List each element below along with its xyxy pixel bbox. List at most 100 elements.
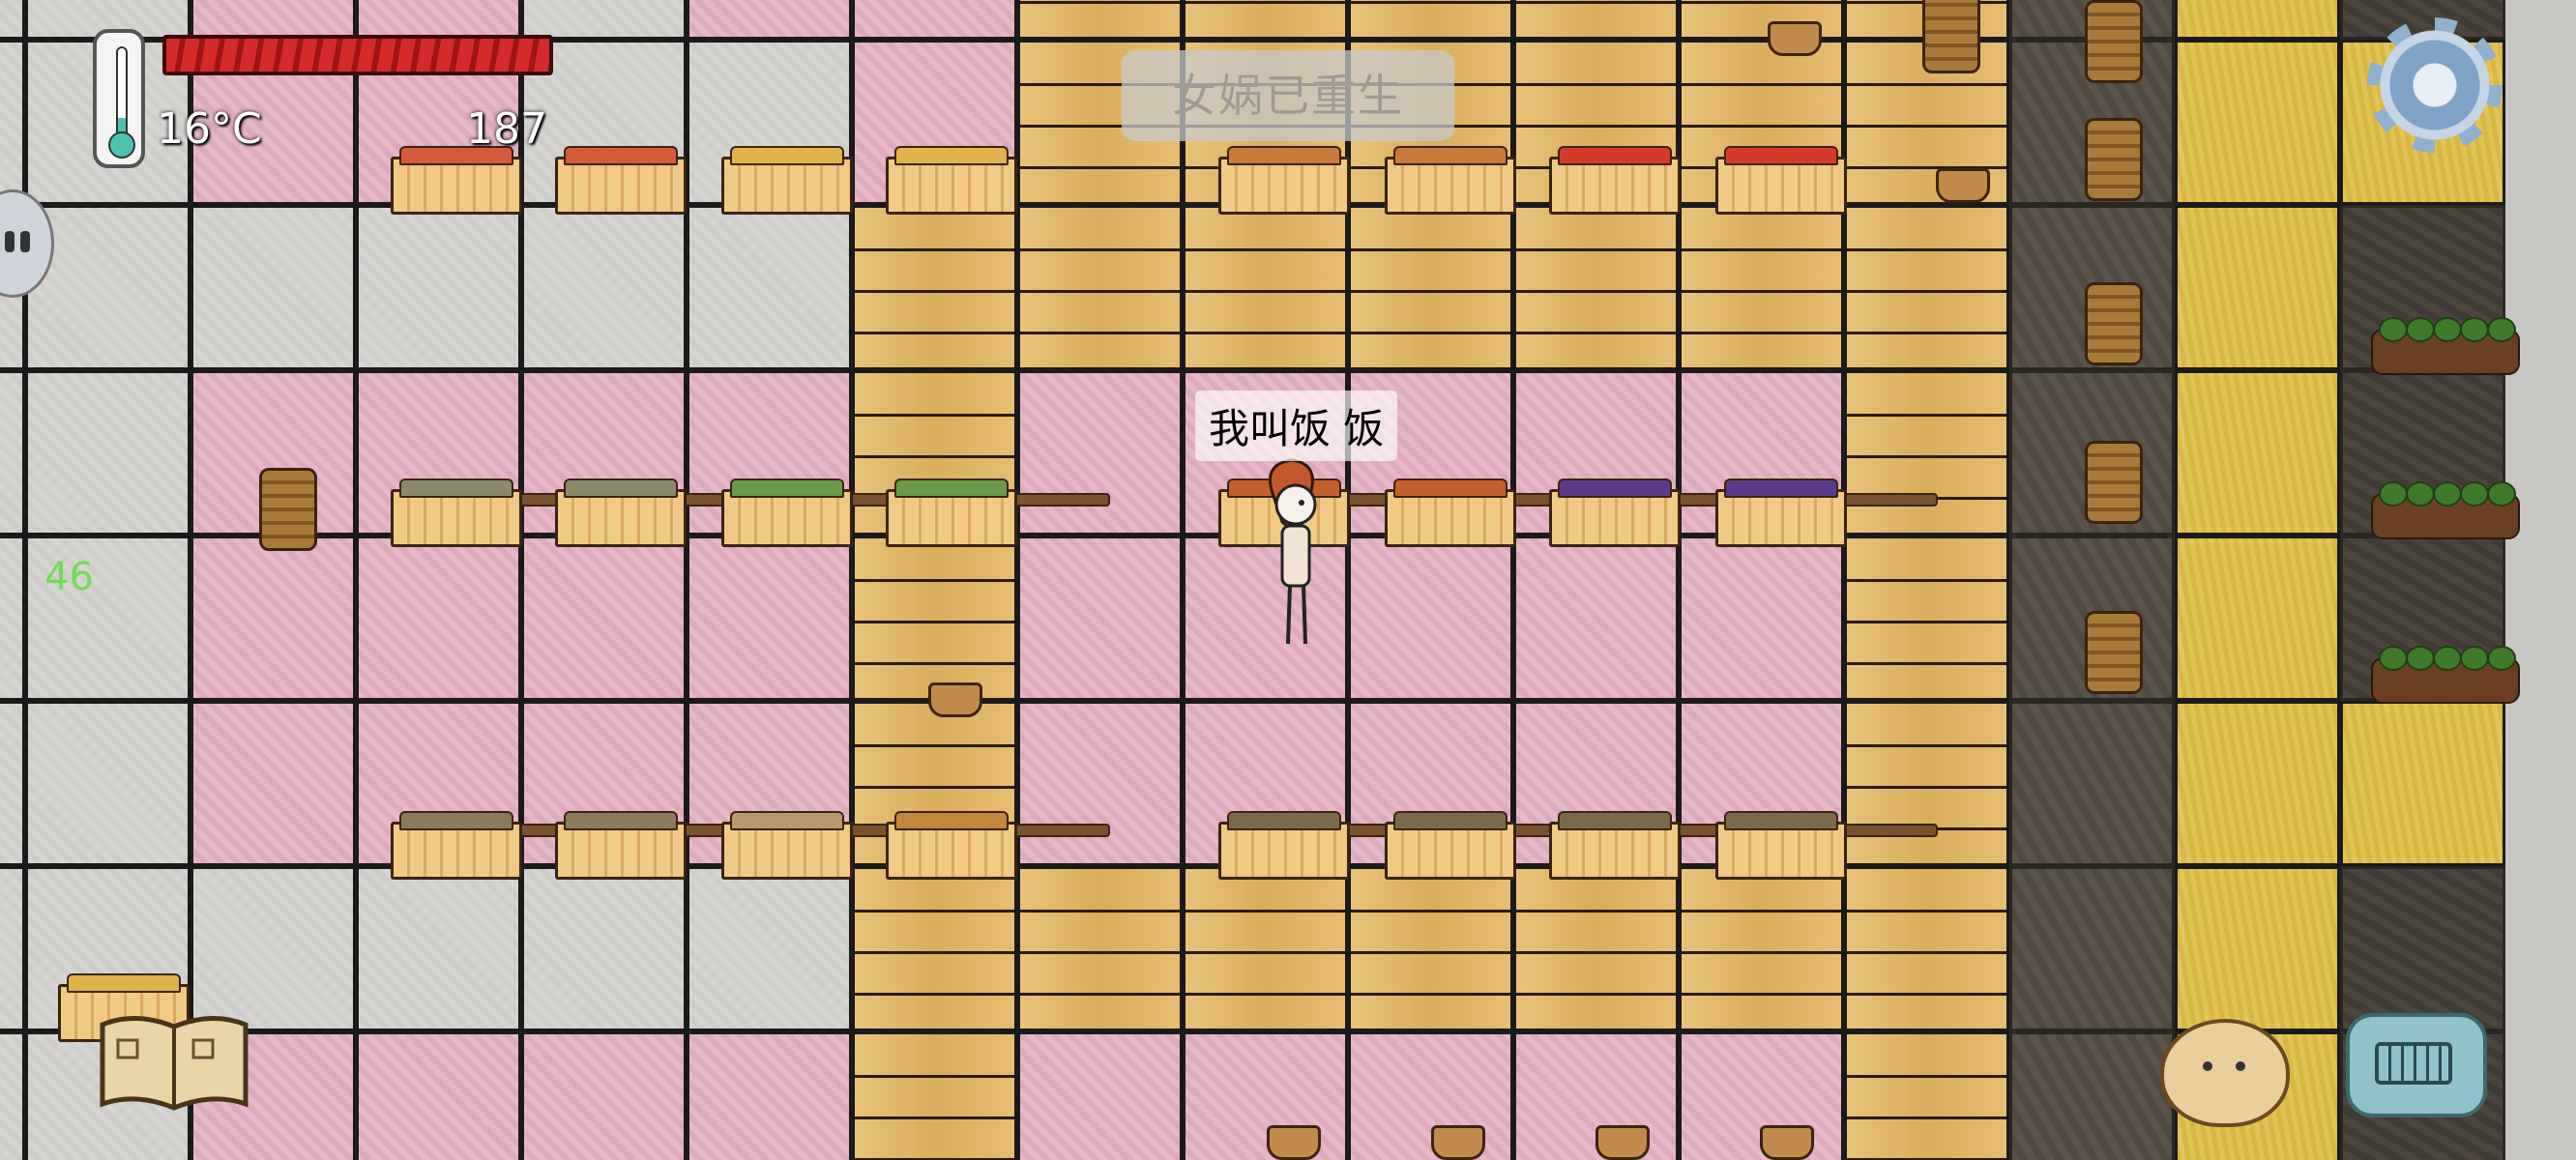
storage-crate[interactable] (1218, 811, 1350, 880)
floor-tile (1017, 866, 1183, 1031)
basket-stack[interactable] (2085, 118, 2143, 201)
storage-crate[interactable] (391, 811, 522, 880)
storage-crate[interactable] (1549, 478, 1681, 547)
floor-tile (1844, 370, 2009, 536)
storage-crate[interactable] (1385, 478, 1516, 547)
floor-tile (687, 866, 852, 1031)
basket-stack[interactable] (2085, 441, 2143, 524)
basket-stack[interactable] (2085, 611, 2143, 694)
game-world[interactable]: 我叫饭 饭 16°C 187 46 女娲已重生 (0, 0, 2576, 1160)
storage-crate[interactable] (1715, 811, 1847, 880)
floor-tile (1183, 0, 1348, 40)
emote-button[interactable] (2160, 1019, 2290, 1127)
storage-crate[interactable] (391, 146, 522, 215)
floor-tile (1348, 866, 1513, 1031)
basket-stack[interactable] (2085, 282, 2143, 365)
basket-stack[interactable] (259, 468, 317, 551)
floor-tile (852, 866, 1017, 1031)
floor-tile (521, 866, 687, 1031)
floor-tile (356, 1031, 521, 1160)
floor-tile (190, 0, 356, 40)
age-counter: 187 (466, 104, 547, 154)
floor-tile (521, 0, 687, 40)
clay-bowl[interactable] (928, 682, 982, 717)
storage-crate[interactable] (1385, 146, 1516, 215)
system-notice: 女娲已重生 (1122, 50, 1454, 141)
storage-crate[interactable] (555, 811, 687, 880)
floor-tile (0, 701, 25, 866)
storage-crate[interactable] (1715, 478, 1847, 547)
floor-tile (0, 370, 25, 536)
thermometer-icon (93, 29, 145, 168)
keyboard-icon (2375, 1042, 2452, 1085)
clay-bowl[interactable] (1267, 1125, 1321, 1160)
floor-tile (190, 205, 356, 370)
storage-crate[interactable] (1218, 146, 1350, 215)
floor-tile (1844, 536, 2009, 701)
floor-tile (1679, 536, 1844, 701)
basket-stack[interactable] (1922, 0, 1980, 73)
storage-crate[interactable] (721, 146, 853, 215)
garden-row[interactable] (2371, 481, 2520, 539)
storage-crate[interactable] (1549, 811, 1681, 880)
book-icon (100, 1015, 249, 1111)
garden-row[interactable] (2371, 646, 2520, 704)
floor-tile (1348, 205, 1513, 370)
floor-tile (2340, 701, 2505, 866)
storage-crate[interactable] (721, 478, 853, 547)
recipe-book-button[interactable] (97, 1011, 251, 1116)
floor-tile (1348, 0, 1513, 40)
clay-bowl[interactable] (1595, 1125, 1650, 1160)
potato-face-icon (2203, 1061, 2212, 1071)
floor-tile (25, 370, 190, 536)
floor-tile (2175, 866, 2340, 1031)
storage-crate[interactable] (555, 478, 687, 547)
floor-tile (2340, 866, 2505, 1031)
floor-tile (1513, 0, 1679, 40)
storage-crate[interactable] (886, 478, 1017, 547)
floor-tile (2009, 701, 2175, 866)
storage-crate[interactable] (886, 146, 1017, 215)
basket-stack[interactable] (2085, 0, 2143, 83)
floor-tile (1017, 0, 1183, 40)
floor-tile (0, 1031, 25, 1160)
storage-crate[interactable] (1715, 146, 1847, 215)
floor-tile (1844, 701, 2009, 866)
floor-tile (25, 701, 190, 866)
storage-crate[interactable] (391, 478, 522, 547)
chat-keyboard-button[interactable] (2346, 1013, 2487, 1117)
floor-tile (356, 0, 521, 40)
clay-bowl[interactable] (1431, 1125, 1485, 1160)
storage-crate[interactable] (721, 811, 853, 880)
temperature-readout: 16°C (157, 104, 262, 154)
floor-tile (0, 866, 25, 1031)
floor-tile (2175, 370, 2340, 536)
storage-crate[interactable] (1549, 146, 1681, 215)
floor-tile (1513, 866, 1679, 1031)
floor-tile (2009, 1031, 2175, 1160)
clay-bowl[interactable] (1768, 21, 1822, 56)
floor-tile (190, 536, 356, 701)
settings-button[interactable] (2367, 17, 2503, 153)
floor-tile (521, 1031, 687, 1160)
floor-tile (1183, 205, 1348, 370)
player-character[interactable] (1253, 454, 1331, 667)
floor-tile (2175, 536, 2340, 701)
floor-tile (356, 866, 521, 1031)
floor-tile (687, 536, 852, 701)
floor-tile (852, 1031, 1017, 1160)
floor-tile (852, 205, 1017, 370)
floor-tile (852, 0, 1017, 40)
clay-bowl[interactable] (1760, 1125, 1814, 1160)
floor-tile (521, 205, 687, 370)
storage-crate[interactable] (1385, 811, 1516, 880)
floor-tile (2175, 0, 2340, 40)
storage-crate[interactable] (886, 811, 1017, 880)
floor-tile (687, 205, 852, 370)
floor-tile (1183, 1031, 1348, 1160)
floor-tile (1844, 866, 2009, 1031)
storage-crate[interactable] (555, 146, 687, 215)
garden-row[interactable] (2371, 317, 2520, 375)
clay-bowl[interactable] (1936, 168, 1990, 203)
floor-tile (1017, 536, 1183, 701)
